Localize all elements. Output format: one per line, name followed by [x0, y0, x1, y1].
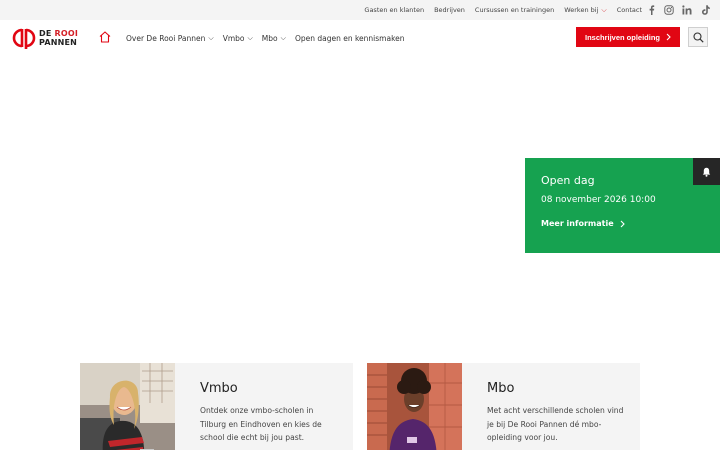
mbo-card[interactable]: Mbo Met acht verschillende scholen vind … — [367, 363, 640, 450]
linkedin-icon[interactable] — [682, 5, 692, 15]
link-contact[interactable]: Contact — [617, 6, 642, 14]
vmbo-card-description: Ontdek onze vmbo-scholen in Tilburg en E… — [200, 406, 322, 443]
meer-informatie-link[interactable]: Meer informatie — [541, 219, 625, 228]
nav-item-mbo[interactable]: Mbo ⌵ — [262, 34, 286, 43]
open-day-date: 08 november 2026 10:00 — [541, 195, 656, 205]
open-day-panel: Open dag 08 november 2026 10:00 Meer inf… — [525, 158, 720, 253]
chevron-right-icon — [620, 220, 625, 227]
logo-word-rooi: ROOI — [54, 29, 79, 38]
tiktok-icon[interactable] — [700, 5, 710, 15]
nav-item-over-de-rooi-pannen[interactable]: Over De Rooi Pannen ⌵ — [126, 34, 214, 43]
search-icon — [692, 31, 704, 43]
chevron-down-icon: ⌵ — [208, 33, 214, 42]
link-werken-bij[interactable]: Werken bij ⌵ — [564, 6, 607, 15]
facebook-icon[interactable] — [646, 5, 656, 15]
bell-icon — [702, 167, 711, 177]
nav-label: Vmbo — [222, 33, 245, 43]
notification-bell-button[interactable] — [693, 158, 720, 185]
logo-mark-icon — [12, 28, 36, 49]
link-cursussen-en-trainingen[interactable]: Cursussen en trainingen — [475, 6, 554, 14]
top-utility-bar: Gasten en klanten Bedrijven Cursussen en… — [0, 0, 720, 20]
logo-line-1: DE ROOI — [39, 29, 78, 38]
chevron-down-icon: ⌵ — [247, 33, 253, 42]
open-day-title: Open dag — [541, 174, 595, 187]
main-nav: Over De Rooi Pannen ⌵ Vmbo ⌵ Mbo ⌵ Open dag… — [126, 20, 414, 56]
cta-label: Inschrijven opleiding — [584, 32, 660, 42]
logo-text: DE ROOI PANNEN — [39, 29, 78, 47]
vmbo-card-title: Vmbo — [200, 381, 238, 396]
utility-links: Gasten en klanten Bedrijven Cursussen en… — [364, 0, 642, 20]
mbo-card-title: Mbo — [487, 381, 515, 396]
main-header: DE ROOI PANNEN Over De Rooi Pannen ⌵ Vmbo… — [0, 20, 720, 56]
mbo-card-photo — [367, 363, 462, 450]
chevron-down-icon: ⌵ — [280, 33, 286, 42]
nav-label: Over De Rooi Pannen — [126, 33, 206, 43]
mbo-card-description: Met acht verschillende scholen vind je b… — [487, 406, 624, 443]
link-bedrijven[interactable]: Bedrijven — [434, 6, 465, 14]
logo-line-2: PANNEN — [39, 38, 78, 47]
nav-item-open-dagen[interactable]: Open dagen en kennismaken — [295, 34, 405, 43]
chevron-down-icon: ⌵ — [601, 5, 607, 14]
nav-item-vmbo[interactable]: Vmbo ⌵ — [223, 34, 253, 43]
vmbo-card[interactable]: Vmbo Ontdek onze vmbo-scholen in Tilburg… — [80, 363, 353, 450]
home-icon[interactable] — [98, 30, 112, 44]
logo-word-de: DE — [39, 29, 55, 38]
link-gasten-en-klanten[interactable]: Gasten en klanten — [364, 6, 424, 14]
logo[interactable]: DE ROOI PANNEN — [12, 26, 82, 50]
instagram-icon[interactable] — [664, 5, 674, 15]
link-werken-bij-label: Werken bij — [564, 6, 599, 14]
nav-label: Open dagen en kennismaken — [294, 33, 405, 43]
nav-label: Mbo — [261, 33, 278, 43]
vmbo-card-photo — [80, 363, 175, 450]
search-button[interactable] — [688, 27, 708, 47]
inschrijven-opleiding-button[interactable]: Inschrijven opleiding — [576, 27, 680, 47]
chevron-right-icon — [666, 33, 671, 41]
social-links — [646, 3, 710, 17]
meer-informatie-label: Meer informatie — [541, 219, 614, 228]
